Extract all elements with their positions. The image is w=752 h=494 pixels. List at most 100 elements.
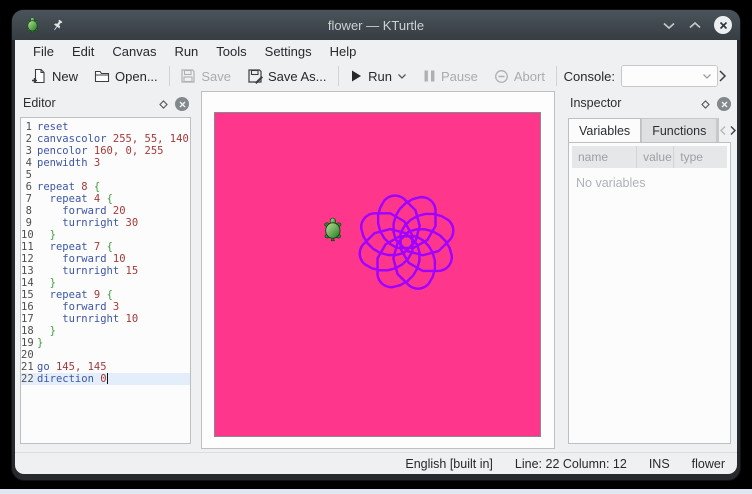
close-button[interactable] <box>714 16 732 34</box>
menu-file[interactable]: File <box>24 42 63 61</box>
code-line-15[interactable]: 15 repeat 9 { <box>21 289 190 301</box>
code-line-14[interactable]: 14 } <box>21 277 190 289</box>
code-text: turnright 30 <box>37 217 190 229</box>
pin-icon[interactable] <box>51 19 64 32</box>
code-line-22[interactable]: 22direction 0 <box>21 373 190 385</box>
main-area: Editor 1reset2canvascolor 255, 55, 1403p… <box>15 90 737 452</box>
line-number: 12 <box>21 253 37 265</box>
line-number: 14 <box>21 277 37 289</box>
chevron-down-icon <box>702 73 712 80</box>
code-text: repeat 8 { <box>37 181 190 193</box>
menu-edit[interactable]: Edit <box>63 42 103 61</box>
line-number: 20 <box>21 349 37 361</box>
code-line-6[interactable]: 6repeat 8 { <box>21 181 190 193</box>
abort-button[interactable]: Abort <box>486 64 553 88</box>
console-label: Console: <box>564 69 615 84</box>
column-header-type: type <box>674 146 727 168</box>
code-text <box>37 349 190 361</box>
menu-canvas[interactable]: Canvas <box>103 42 165 61</box>
tab-scroll-left-button[interactable] <box>719 125 727 136</box>
save-button-label: Save <box>201 69 231 84</box>
editor-close-button[interactable] <box>175 97 189 111</box>
status-language: English [built in] <box>405 457 493 471</box>
close-icon <box>719 21 728 30</box>
editor-dock-title: Editor <box>23 96 56 110</box>
code-line-7[interactable]: 7 repeat 4 { <box>21 193 190 205</box>
open-folder-icon <box>94 68 110 84</box>
line-number: 21 <box>21 361 37 373</box>
code-line-5[interactable]: 5 <box>21 169 190 181</box>
open-button-label: Open... <box>115 69 158 84</box>
code-line-1[interactable]: 1reset <box>21 121 190 133</box>
menu-run[interactable]: Run <box>165 42 207 61</box>
save-as-button[interactable]: Save As... <box>239 64 335 88</box>
inspector-float-button[interactable] <box>700 99 711 110</box>
code-line-20[interactable]: 20 <box>21 349 190 361</box>
code-line-21[interactable]: 21go 145, 145 <box>21 361 190 373</box>
code-line-13[interactable]: 13 turnright 15 <box>21 265 190 277</box>
code-text: reset <box>37 121 190 133</box>
tab-functions[interactable]: Functions <box>641 118 717 142</box>
code-editor[interactable]: 1reset2canvascolor 255, 55, 1403pencolor… <box>20 117 191 444</box>
code-line-19[interactable]: 19} <box>21 337 190 349</box>
editor-float-button[interactable] <box>158 99 169 110</box>
code-line-2[interactable]: 2canvascolor 255, 55, 140 <box>21 133 190 145</box>
code-line-12[interactable]: 12 forward 10 <box>21 253 190 265</box>
run-dropdown-chevron-icon[interactable] <box>397 73 407 80</box>
save-button[interactable]: Save <box>172 64 239 88</box>
maximize-button[interactable] <box>688 21 702 30</box>
editor-dock-header[interactable]: Editor <box>23 90 56 116</box>
code-text: } <box>37 325 190 337</box>
code-line-16[interactable]: 16 forward 3 <box>21 301 190 313</box>
tab-scroll-right-button[interactable] <box>729 125 737 136</box>
code-text: direction 0 <box>37 373 190 385</box>
editor-dock: Editor 1reset2canvascolor 255, 55, 1403p… <box>15 90 197 452</box>
code-text <box>37 169 190 181</box>
open-button[interactable]: Open... <box>86 64 166 88</box>
kturtle-window: flower — KTurtle FileEditCanvasRunToolsS… <box>12 10 740 480</box>
inspector-dock-header[interactable]: Inspector <box>570 90 621 116</box>
menu-help[interactable]: Help <box>321 42 366 61</box>
menu-tools[interactable]: Tools <box>207 42 255 61</box>
line-number: 11 <box>21 241 37 253</box>
new-document-icon <box>31 68 47 84</box>
run-button[interactable]: Run <box>341 64 415 88</box>
code-text: forward 10 <box>37 253 190 265</box>
code-line-8[interactable]: 8 forward 20 <box>21 205 190 217</box>
title-bar[interactable]: flower — KTurtle <box>12 10 740 40</box>
toolbar-overflow-button[interactable] <box>718 69 727 83</box>
console-input[interactable] <box>621 65 718 87</box>
status-cursor-position: Line: 22 Column: 12 <box>515 457 627 471</box>
code-text: penwidth 3 <box>37 157 190 169</box>
code-line-9[interactable]: 9 turnright 30 <box>21 217 190 229</box>
status-bar: English [built in] Line: 22 Column: 12 I… <box>15 452 737 474</box>
save-as-button-label: Save As... <box>268 69 327 84</box>
line-number: 13 <box>21 265 37 277</box>
code-line-17[interactable]: 17 turnright 10 <box>21 313 190 325</box>
turtle-canvas <box>214 112 541 437</box>
code-line-10[interactable]: 10 } <box>21 229 190 241</box>
code-text: turnright 10 <box>37 313 190 325</box>
save-as-icon <box>247 68 263 84</box>
pause-button[interactable]: Pause <box>415 64 486 88</box>
code-line-18[interactable]: 18 } <box>21 325 190 337</box>
kturtle-app-icon <box>24 17 41 34</box>
save-icon <box>180 68 196 84</box>
code-line-4[interactable]: 4penwidth 3 <box>21 157 190 169</box>
inspector-dock: Inspector VariablesFunctions <box>560 90 737 452</box>
new-button[interactable]: New <box>23 64 86 88</box>
code-line-11[interactable]: 11 repeat 7 { <box>21 241 190 253</box>
column-header-value: value <box>637 146 674 168</box>
tab-variables[interactable]: Variables <box>568 118 641 142</box>
main-toolbar: New Open... Save <box>15 62 737 90</box>
minimize-button[interactable] <box>662 21 676 30</box>
canvas-view[interactable] <box>201 91 555 449</box>
menu-settings[interactable]: Settings <box>256 42 321 61</box>
window-content: FileEditCanvasRunToolsSettingsHelp New O… <box>15 40 737 474</box>
code-text: } <box>37 229 190 241</box>
pause-icon <box>423 69 436 83</box>
code-line-3[interactable]: 3pencolor 160, 0, 255 <box>21 145 190 157</box>
inspector-close-button[interactable] <box>717 97 731 111</box>
line-number: 8 <box>21 205 37 217</box>
window-title: flower — KTurtle <box>12 18 740 33</box>
